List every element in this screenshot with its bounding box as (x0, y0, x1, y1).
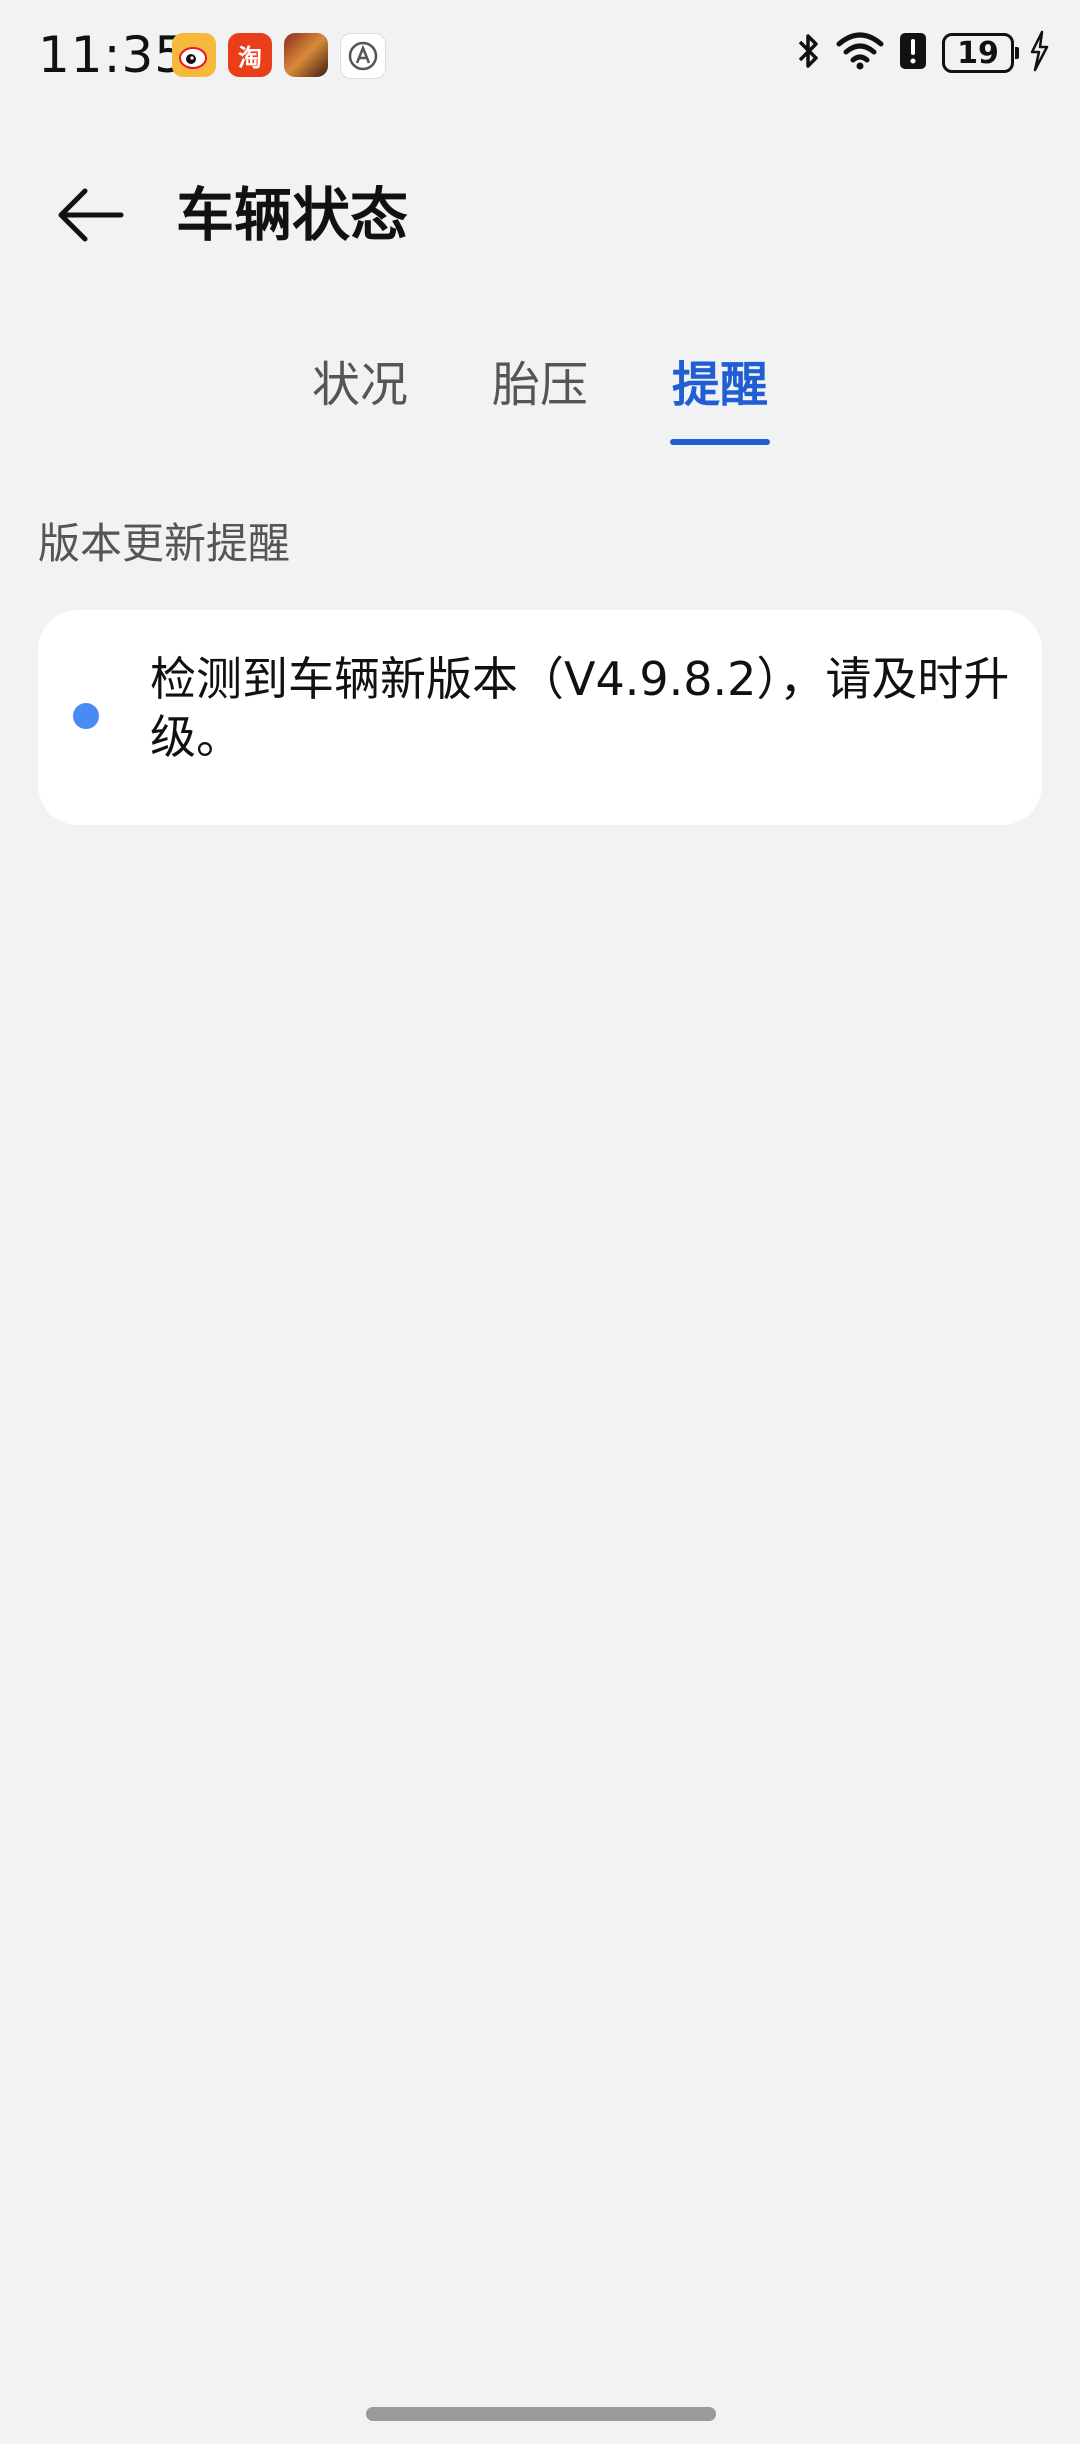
tab-tire-pressure[interactable]: 胎压 (480, 345, 600, 415)
back-button[interactable] (50, 175, 130, 255)
app-header: 车辆状态 (0, 160, 1080, 260)
active-tab-indicator (670, 439, 770, 445)
battery-icon: 19 (942, 33, 1019, 73)
weibo-app-icon (172, 33, 216, 77)
status-time: 11:35 (38, 26, 188, 84)
car-app-icon (340, 33, 386, 79)
tab-status[interactable]: 状况 (300, 345, 420, 415)
home-indicator[interactable] (366, 2407, 716, 2421)
tab-reminders[interactable]: 提醒 (660, 345, 780, 415)
notification-app-icons: 淘 (172, 33, 386, 79)
unread-dot-icon (73, 703, 99, 729)
game-app-icon (284, 33, 328, 77)
tab-bar: 状况 胎压 提醒 (0, 345, 1080, 455)
section-label: 版本更新提醒 (38, 519, 291, 568)
bluetooth-icon (796, 31, 822, 75)
back-arrow-icon (58, 188, 124, 242)
page-title: 车辆状态 (176, 181, 409, 249)
reminder-text: 检测到车辆新版本（V4.9.8.2），请及时升级。 (150, 652, 1010, 764)
status-bar: 11:35 淘 19 (0, 0, 1080, 110)
alert-icon (898, 31, 928, 75)
taobao-app-icon: 淘 (228, 33, 272, 77)
system-status-icons: 19 (796, 30, 1050, 76)
wifi-icon (836, 32, 884, 74)
charging-icon (1028, 30, 1050, 76)
reminder-card[interactable]: 检测到车辆新版本（V4.9.8.2），请及时升级。 (38, 610, 1042, 825)
